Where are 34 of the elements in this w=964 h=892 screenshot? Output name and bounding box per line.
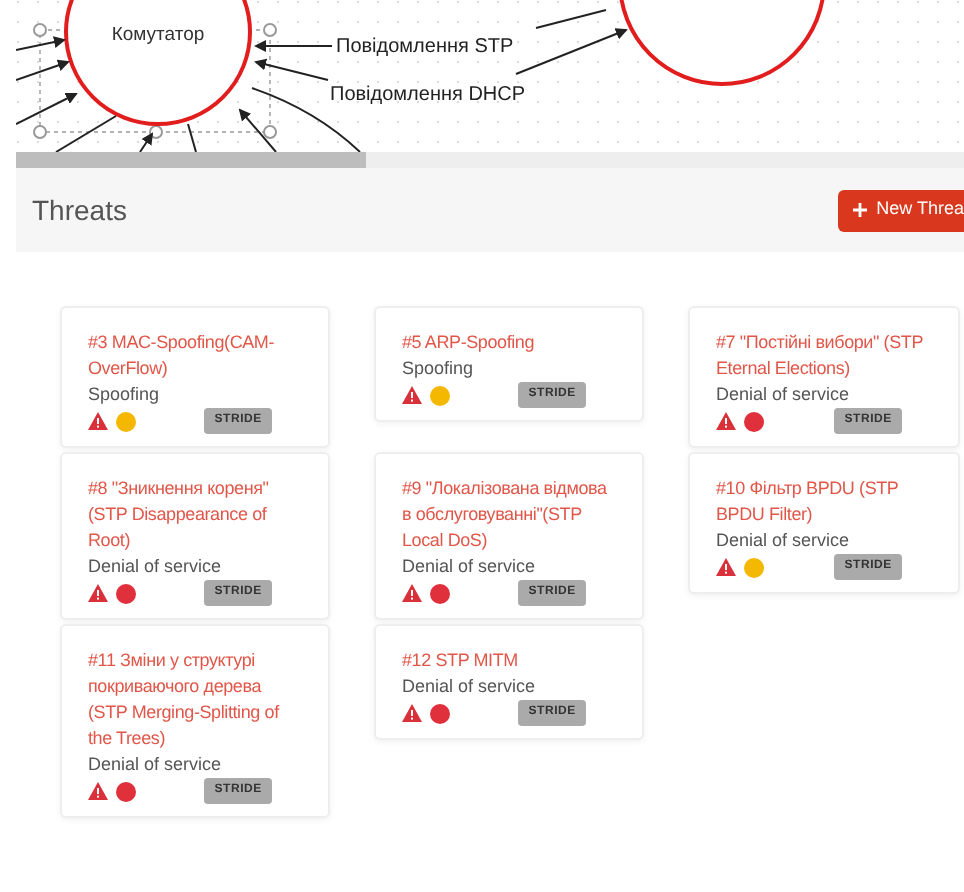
- threat-title-link[interactable]: #10 Фільтр BPDU (STP BPDU Filter): [716, 476, 934, 528]
- process-node[interactable]: [618, 0, 826, 86]
- threat-type: Spoofing: [402, 356, 476, 382]
- warning-icon: [402, 386, 422, 404]
- flow-label: Повідомлення STP: [336, 36, 514, 58]
- warning-icon: [402, 584, 422, 602]
- threat-title-link[interactable]: #12 STP MITM: [402, 648, 618, 674]
- threat-type: Denial of service: [402, 674, 538, 700]
- threat-title-link[interactable]: #3 MAC-Spoofing(CAM-OverFlow): [88, 330, 304, 382]
- threat-title-link[interactable]: #9 "Локалізована відмова в обслуговуванні"(STP Local DoS): [402, 476, 618, 554]
- plus-icon: [852, 202, 869, 218]
- new-threat-button[interactable]: New Threa: [838, 189, 964, 231]
- panel-title: Threats: [32, 191, 127, 229]
- warning-icon: [716, 412, 736, 430]
- node-label: Комутатор: [111, 24, 205, 46]
- threat-type: Denial of service: [716, 382, 852, 408]
- threat-type: Spoofing: [88, 382, 162, 408]
- warning-icon: [402, 704, 422, 722]
- scrollbar-thumb[interactable]: [16, 152, 366, 168]
- threat-type: Denial of service: [716, 528, 852, 554]
- threat-title-link[interactable]: #5 ARP-Spoofing: [402, 330, 618, 356]
- flow-label: Повідомлення DHCP: [330, 84, 526, 106]
- selection-frame[interactable]: [33, 23, 277, 139]
- warning-icon: [88, 412, 108, 430]
- threat-type: Denial of service: [88, 752, 224, 778]
- warning-icon: [88, 782, 108, 800]
- warning-icon: [88, 584, 108, 602]
- threat-title-link[interactable]: #8 "Зникнення кореня" (STP Disappearance of Root): [88, 476, 304, 554]
- process-node[interactable]: [64, 0, 252, 126]
- threat-type: Denial of service: [88, 554, 224, 580]
- warning-icon: [716, 558, 736, 576]
- threat-type: Denial of service: [402, 554, 538, 580]
- threat-title-link[interactable]: #7 "Постійні вибори" (STP Eternal Elections): [716, 330, 934, 382]
- threat-title-link[interactable]: #11 Зміни у структурі покриваючого дерева (STP Merging-Splitting of the Trees): [88, 648, 304, 752]
